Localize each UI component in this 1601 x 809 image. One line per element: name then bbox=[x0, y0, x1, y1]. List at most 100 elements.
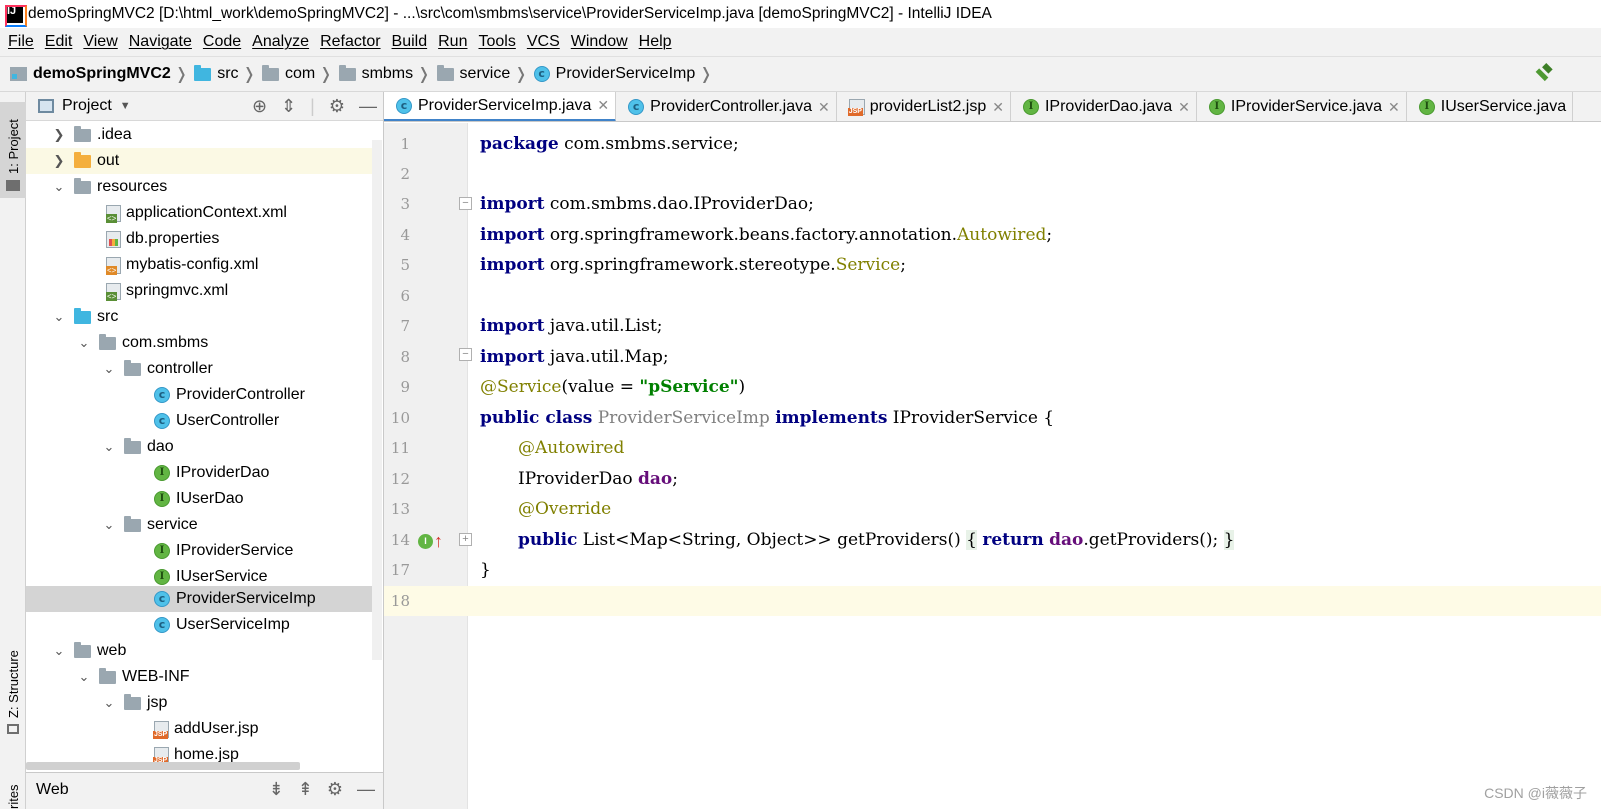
tree-item-iproviderservice[interactable]: I IProviderService bbox=[26, 538, 382, 564]
menu-code[interactable]: Code bbox=[199, 33, 248, 51]
tree-item-com-smbms[interactable]: ⌄ com.smbms bbox=[26, 330, 382, 356]
tree-item-dao[interactable]: ⌄ dao bbox=[26, 434, 382, 460]
tab-iuserservice[interactable]: I IUserService.java bbox=[1407, 92, 1574, 121]
implements-marker-icon[interactable]: I ↑ bbox=[418, 531, 443, 552]
breadcrumb-src[interactable]: src ❭ bbox=[194, 64, 262, 84]
tree-item-jsp[interactable]: ⌄ jsp bbox=[26, 690, 382, 716]
menu-refactor[interactable]: Refactor bbox=[316, 33, 387, 51]
chevron-down-icon[interactable]: ⌄ bbox=[52, 309, 66, 325]
project-panel: Project ▼ ⊕ ⇕ | ⚙ — ❯ .idea ❯ out ⌄ reso… bbox=[26, 92, 384, 772]
hide-panel-icon[interactable]: — bbox=[357, 779, 375, 800]
code-editor[interactable]: 1 package com.smbms.service; 2 3 − impor… bbox=[384, 123, 1601, 809]
menu-view[interactable]: View bbox=[79, 33, 124, 51]
tree-item-src[interactable]: ⌄ src bbox=[26, 304, 382, 330]
horizontal-scrollbar[interactable] bbox=[26, 762, 300, 770]
tree-item-out[interactable]: ❯ out bbox=[26, 148, 382, 174]
project-tool-label: 1: Project bbox=[6, 119, 21, 174]
chevron-down-icon[interactable]: ⌄ bbox=[52, 643, 66, 659]
tree-item-label: db.properties bbox=[126, 230, 220, 247]
tree-item-web[interactable]: ⌄ web bbox=[26, 638, 382, 664]
build-hammer-icon[interactable] bbox=[1533, 63, 1555, 85]
tree-item-mybatis-config[interactable]: mybatis-config.xml bbox=[26, 252, 382, 278]
gear-icon[interactable]: ⚙ bbox=[329, 96, 345, 117]
close-icon[interactable]: ✕ bbox=[597, 97, 609, 114]
chevron-down-icon[interactable]: ⌄ bbox=[77, 335, 91, 351]
menu-edit[interactable]: Edit bbox=[41, 33, 80, 51]
interface-icon: I bbox=[1022, 99, 1039, 115]
tree-item-idea[interactable]: ❯ .idea bbox=[26, 122, 382, 148]
collapse-all-icon[interactable]: ⇞ bbox=[298, 779, 313, 800]
tree-item-providercontroller[interactable]: c ProviderController bbox=[26, 382, 382, 408]
tree-item-label: ProviderServiceImp bbox=[176, 590, 316, 607]
tree-item-iproviderdao[interactable]: I IProviderDao bbox=[26, 460, 382, 486]
tree-item-label: applicationContext.xml bbox=[126, 204, 287, 221]
code-line: 12 IProviderDao dao; bbox=[390, 469, 679, 489]
chevron-down-icon[interactable]: ⌄ bbox=[52, 179, 66, 195]
locate-icon[interactable]: ⊕ bbox=[252, 96, 267, 117]
tab-structure-tool[interactable]: Z: Structure bbox=[0, 640, 26, 736]
menu-help[interactable]: Help bbox=[635, 33, 679, 51]
tree-item-applicationcontext[interactable]: applicationContext.xml bbox=[26, 200, 382, 226]
package-icon bbox=[261, 64, 279, 81]
tree-item-label: jsp bbox=[147, 694, 168, 711]
menu-file[interactable]: File bbox=[4, 33, 41, 51]
chevron-down-icon[interactable]: ⌄ bbox=[77, 669, 91, 685]
tree-item-service[interactable]: ⌄ service bbox=[26, 512, 382, 538]
vertical-scrollbar[interactable] bbox=[372, 140, 382, 660]
tab-iproviderservice[interactable]: I IProviderService.java ✕ bbox=[1197, 92, 1407, 121]
tree-item-providerserviceimp[interactable]: c ProviderServiceImp bbox=[26, 586, 382, 612]
tree-item-userserviceimp[interactable]: c UserServiceImp bbox=[26, 612, 382, 638]
chevron-down-icon[interactable]: ⌄ bbox=[102, 439, 116, 455]
menu-navigate[interactable]: Navigate bbox=[125, 33, 199, 51]
tree-item-controller[interactable]: ⌄ controller bbox=[26, 356, 382, 382]
tree-item-iuserdao[interactable]: I IUserDao bbox=[26, 486, 382, 512]
chevron-right-icon[interactable]: ❯ bbox=[52, 153, 66, 169]
chevron-down-icon[interactable]: ⌄ bbox=[102, 695, 116, 711]
close-icon[interactable]: ✕ bbox=[1178, 99, 1190, 116]
menu-window[interactable]: Window bbox=[567, 33, 635, 51]
source-folder-icon bbox=[194, 64, 212, 81]
menu-vcs[interactable]: VCS bbox=[523, 33, 567, 51]
chevron-down-icon[interactable]: ⌄ bbox=[102, 361, 116, 377]
close-icon[interactable]: ✕ bbox=[818, 99, 830, 116]
close-icon[interactable]: ✕ bbox=[1388, 99, 1400, 116]
tree-item-springmvc[interactable]: springmvc.xml bbox=[26, 278, 382, 304]
project-panel-title[interactable]: Project bbox=[62, 97, 112, 115]
chevron-right-icon[interactable]: ❯ bbox=[52, 127, 66, 143]
fold-icon[interactable]: − bbox=[459, 197, 472, 210]
source-folder-icon bbox=[74, 307, 91, 324]
breadcrumb-project[interactable]: demoSpringMVC2 ❭ bbox=[10, 64, 194, 84]
menu-run[interactable]: Run bbox=[434, 33, 474, 51]
tree-item-label: controller bbox=[147, 360, 213, 377]
expand-all-icon[interactable]: ⇟ bbox=[269, 779, 284, 800]
tab-favorites-tool[interactable]: rites bbox=[0, 762, 26, 809]
tree-item-label: UserController bbox=[176, 412, 280, 429]
fold-icon[interactable]: + bbox=[459, 533, 472, 546]
menu-build[interactable]: Build bbox=[388, 33, 435, 51]
collapse-all-icon[interactable]: ⇕ bbox=[281, 96, 296, 117]
tab-providercontroller[interactable]: c ProviderController.java ✕ bbox=[616, 92, 837, 121]
chevron-down-icon[interactable]: ⌄ bbox=[102, 517, 116, 533]
fold-icon[interactable]: − bbox=[459, 348, 472, 361]
tree-item-web-inf[interactable]: ⌄ WEB-INF bbox=[26, 664, 382, 690]
tab-providerserviceimp[interactable]: c ProviderServiceImp.java ✕ bbox=[384, 92, 617, 121]
hide-panel-icon[interactable]: — bbox=[359, 96, 377, 117]
gear-icon[interactable]: ⚙ bbox=[327, 779, 343, 800]
tab-project-tool[interactable]: 1: Project bbox=[0, 102, 26, 198]
breadcrumb-smbms[interactable]: smbms ❭ bbox=[338, 64, 437, 84]
menu-analyze[interactable]: Analyze bbox=[248, 33, 316, 51]
tree-item-db-properties[interactable]: db.properties bbox=[26, 226, 382, 252]
menu-tools[interactable]: Tools bbox=[474, 33, 522, 51]
breadcrumb-com[interactable]: com ❭ bbox=[261, 64, 339, 84]
tree-item-resources[interactable]: ⌄ resources bbox=[26, 174, 382, 200]
breadcrumb-class[interactable]: c ProviderServiceImp ❭ bbox=[533, 64, 719, 84]
chevron-right-icon: ❭ bbox=[699, 66, 713, 83]
web-panel-title[interactable]: Web bbox=[36, 781, 69, 799]
close-icon[interactable]: ✕ bbox=[992, 99, 1004, 116]
tree-item-adduser-jsp[interactable]: addUser.jsp bbox=[26, 716, 382, 742]
tab-providerlist2-jsp[interactable]: providerList2.jsp ✕ bbox=[837, 92, 1011, 121]
tree-item-usercontroller[interactable]: c UserController bbox=[26, 408, 382, 434]
tab-iproviderdao[interactable]: I IProviderDao.java ✕ bbox=[1011, 92, 1197, 121]
chevron-down-icon[interactable]: ▼ bbox=[120, 100, 131, 112]
breadcrumb-service[interactable]: service ❭ bbox=[436, 64, 534, 84]
